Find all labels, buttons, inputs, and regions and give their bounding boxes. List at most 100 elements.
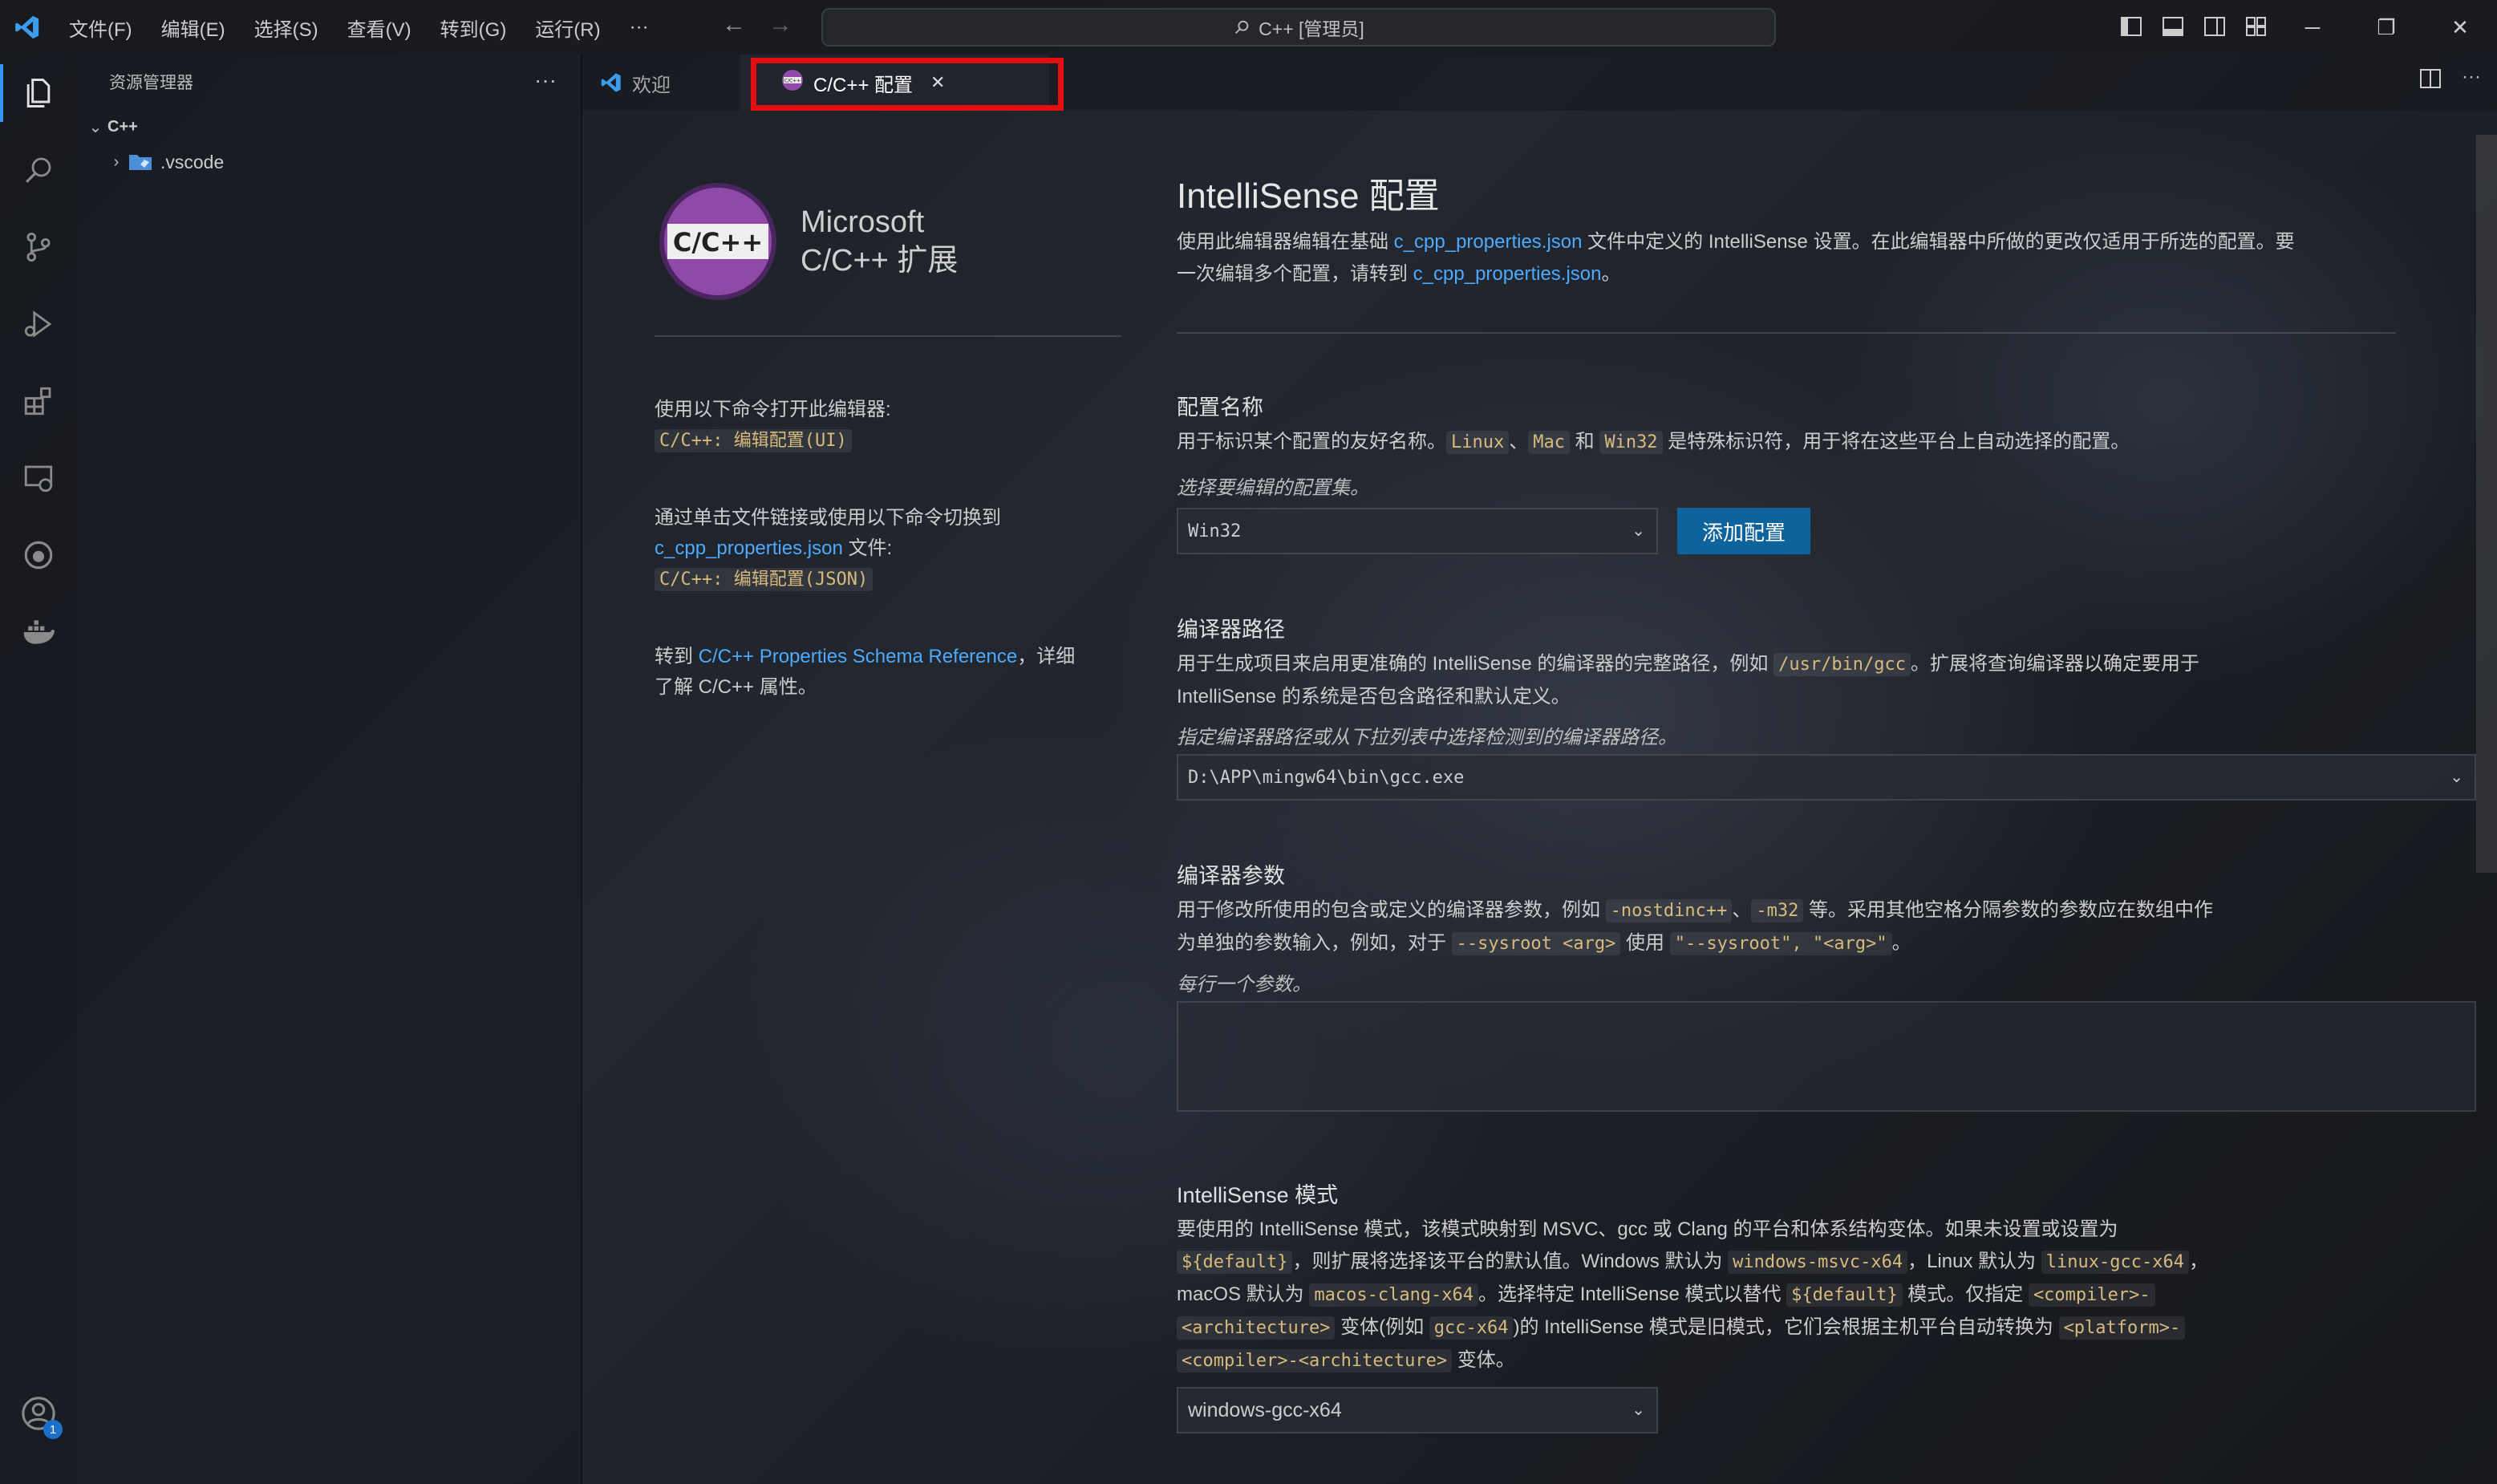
split-editor-icon[interactable] [2420,69,2442,94]
menu-run[interactable]: 运行(R) [521,14,614,42]
mode-line4-a: 变体(例如 [1335,1316,1429,1338]
close-window-icon[interactable]: ✕ [2423,0,2497,55]
extension-brand: C/C++ Microsoft C/C++ 扩展 [659,183,1120,300]
compiler-args-desc-e: 。 [1891,932,1911,954]
tab-welcome[interactable]: 欢迎 [582,55,691,111]
compiler-path-desc-a: 用于生成项目来启用更准确的 IntelliSense 的编译器的完整路径，例如 [1177,653,1774,675]
editor-actions: ··· [2420,66,2481,94]
explorer-title: 资源管理器 [109,74,193,92]
mode-line2-a: ，则扩展将选择该平台的默认值。Windows 默认为 [1292,1251,1729,1272]
toggle-secondary-sidebar-icon[interactable] [2201,13,2228,40]
menu-file[interactable]: 文件(F) [55,14,147,42]
config-select[interactable]: Win32 ⌄ [1177,508,1658,554]
compiler-path-value: D:\APP\mingw64\bin\gcc.exe [1188,767,1465,788]
svg-text:C/C++: C/C++ [784,78,801,83]
tab-welcome-label: 欢迎 [632,74,671,96]
compiler-path-desc-b: 。扩展将查询编译器以确定要用于 [1911,653,2200,675]
code-mac: Mac [1528,431,1570,454]
editor-left-column: C/C++ Microsoft C/C++ 扩展 使用以下命令打开此编辑器: C… [655,183,1121,703]
customize-layout-icon[interactable] [2243,13,2270,40]
minimize-icon[interactable]: ─ [2276,0,2349,55]
vscode-folder-icon [128,153,152,171]
tab-close-icon[interactable]: ✕ [930,72,945,93]
chevron-down-icon: ⌄ [88,118,103,136]
intellisense-mode-title: IntelliSense 模式 [1177,1183,1339,1207]
intro-d: 。 [1601,263,1621,285]
config-name-hint: 选择要编辑的配置集。 [1177,477,1369,499]
mode-line5: 变体。 [1452,1349,1515,1371]
switch-json-help: 通过单击文件链接或使用以下命令切换到 c_cpp_properties.json… [655,503,1120,595]
chevron-right-icon: › [113,152,120,171]
compiler-args-textarea[interactable] [1177,1001,2476,1112]
schema-reference-link[interactable]: C/C++ Properties Schema Reference [699,646,1018,667]
code-win32: Win32 [1599,431,1663,454]
back-arrow-icon[interactable]: ← [722,11,746,39]
restore-icon[interactable]: ❐ [2349,0,2423,55]
layout-controls [2118,13,2270,40]
menu-more[interactable]: ··· [615,16,663,39]
code-linux-gcc: linux-gcc-x64 [2041,1251,2189,1274]
explorer-sidebar: 资源管理器 ··· ⌄ C++ › .vscode [77,55,582,1484]
compiler-args-section: 编译器参数 用于修改所使用的包含或定义的编译器参数，例如 -nostdinc++… [1177,858,2476,1112]
run-and-debug-icon[interactable] [0,286,77,363]
page-title: IntelliSense 配置 [1177,176,1440,216]
compiler-path-combobox[interactable]: D:\APP\mingw64\bin\gcc.exe ⌄ [1177,754,2476,801]
switch-text-a: 通过单击文件链接或使用以下命令切换到 [655,507,1001,529]
code-architecture: <architecture> [1177,1316,1336,1340]
compiler-path-desc-c: IntelliSense 的系统是否包含路径和默认定义。 [1177,686,1571,708]
menu-edit[interactable]: 编辑(E) [147,14,240,42]
intellisense-mode-section: IntelliSense 模式 要使用的 IntelliSense 模式，该模式… [1177,1178,2428,1433]
intellisense-mode-select[interactable]: windows-gcc-x64 ⌄ [1177,1387,1658,1433]
tree-folder-vscode[interactable]: › .vscode [77,144,581,180]
config-name-section: 配置名称 用于标识某个配置的友好名称。 Linux、 Mac 和 Win32 是特殊… [1177,390,2428,554]
intro-json-link-2[interactable]: c_cpp_properties.json [1413,263,1602,285]
editor-right-column: IntelliSense 配置 使用此编辑器编辑在基础 c_cpp_proper… [1177,167,2476,1433]
source-control-icon[interactable] [0,209,77,286]
tab-cpp-config[interactable]: C/C++ C/C++ 配置 ✕ [740,55,1049,111]
config-name-and: 和 [1569,431,1600,452]
extensions-icon[interactable] [0,363,77,440]
code-gcc-x64: gcc-x64 [1429,1316,1514,1340]
add-config-button[interactable]: 添加配置 [1677,508,1810,554]
code-linux: Linux [1446,431,1510,454]
toggle-panel-icon[interactable] [2159,13,2187,40]
mode-line3-a: macOS 默认为 [1177,1283,1310,1305]
code-m32: -m32 [1751,899,1804,922]
menu-go[interactable]: 转到(G) [426,14,521,42]
code-compiler-architecture: <compiler>-<architecture> [1177,1349,1453,1372]
intellisense-mode-desc: 要使用的 IntelliSense 模式，该模式映射到 MSVC、gcc 或 C… [1177,1214,2428,1377]
github-icon[interactable] [0,517,77,594]
remote-explorer-icon[interactable] [0,440,77,517]
compiler-args-desc-b: 等。采用其他空格分隔参数的参数应在数组中作 [1803,899,2214,921]
config-name-desc: 用于标识某个配置的友好名称。 Linux、 Mac 和 Win32 是特殊标识符，用… [1177,426,2428,459]
intro-json-link-1[interactable]: c_cpp_properties.json [1394,231,1583,253]
menu-selection[interactable]: 选择(S) [240,14,333,42]
open-ui-command: C/C++: 编辑配置(UI) [655,429,852,452]
tree-root-cpp[interactable]: ⌄ C++ [77,109,581,144]
intro-b: 文件中定义的 IntelliSense 设置。在此编辑器中所做的更改仅适用于所选… [1582,231,2295,253]
explorer-icon[interactable] [0,55,77,132]
editor-more-actions[interactable]: ··· [2462,66,2481,94]
accounts-icon[interactable]: 1 [0,1375,77,1452]
config-name-title: 配置名称 [1177,395,1263,420]
explorer-more-actions[interactable]: ··· [534,67,557,93]
code-compiler-dash: <compiler>- [2028,1283,2155,1307]
schema-help: 转到 C/C++ Properties Schema Reference，详细 … [655,642,1120,703]
editor-scrollbar[interactable] [2476,135,2497,873]
docker-icon[interactable] [0,594,77,671]
mode-line2-c: ， [2188,1251,2208,1272]
toggle-primary-sidebar-icon[interactable] [2118,13,2145,40]
chevron-down-icon[interactable]: ⌄ [2450,767,2463,786]
forward-arrow-icon[interactable]: → [768,11,792,39]
brand-line-2: C/C++ 扩展 [801,244,959,278]
cpp-properties-link[interactable]: c_cpp_properties.json [655,537,843,559]
brand-line-1: Microsoft [801,205,925,239]
code-default: ${default} [1177,1251,1293,1274]
search-sidebar-icon[interactable] [0,132,77,209]
command-center-search[interactable]: C++ [管理员] [821,8,1776,47]
navigation-arrows: ← → [722,11,792,39]
menu-view[interactable]: 查看(V) [333,14,426,42]
vscode-tab-icon [601,73,621,92]
left-divider [655,335,1121,337]
schema-text-b: ，详细 [1017,646,1076,667]
